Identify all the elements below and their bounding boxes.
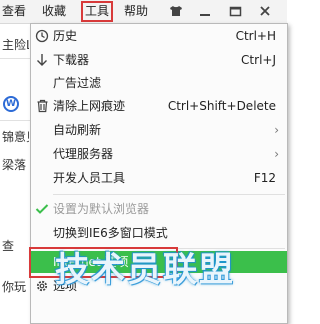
menu-item-label: 下载器	[53, 53, 90, 67]
maximize-icon[interactable]	[226, 3, 244, 19]
shortcut-label: F12	[253, 171, 276, 185]
checkmark-icon	[34, 201, 50, 217]
skin-icon[interactable]	[167, 3, 185, 19]
menu-help[interactable]: 帮助	[124, 3, 148, 20]
menu-item-label: 切换到IE6多窗口模式	[53, 226, 168, 240]
bg-text-1: 主险L	[2, 38, 29, 52]
menu-view[interactable]: 查看	[2, 3, 26, 20]
menu-item-label: 广告过滤	[53, 76, 102, 90]
menu-item-ad-filter[interactable]: 广告过滤	[31, 72, 287, 94]
clock-icon	[34, 28, 50, 44]
bg-text-2: 锦意见	[2, 130, 29, 144]
chevron-right-icon: ›	[274, 147, 279, 161]
menu-item-label: 历史	[53, 29, 78, 43]
menu-item-label: 代理服务器	[53, 147, 114, 161]
close-icon[interactable]	[256, 3, 274, 19]
bg-text-4: 查	[2, 239, 15, 253]
minimize-icon[interactable]	[196, 3, 214, 19]
menu-item-label: 设置为默认浏览器	[53, 202, 150, 216]
menu-item-label: 开发人员工具	[53, 171, 126, 185]
site-logo-icon: W	[3, 96, 19, 112]
chevron-right-icon: ›	[274, 123, 279, 137]
bg-text-3: 梁落	[2, 158, 27, 172]
watermark: 技术员联盟	[55, 250, 235, 290]
menu-item-downloader[interactable]: 下载器 Ctrl+J	[31, 49, 287, 71]
gear-icon	[34, 278, 50, 294]
menu-tools[interactable]: 工具	[81, 1, 114, 22]
menu-separator	[53, 194, 285, 195]
menu-bar: 查看 收藏 工具 帮助	[0, 0, 287, 24]
divider	[0, 58, 30, 59]
menu-item-switch-ie6-mode[interactable]: 切换到IE6多窗口模式	[31, 222, 287, 244]
menu-item-developer-tools[interactable]: 开发人员工具 F12	[31, 167, 287, 189]
menu-item-label: 清除上网痕迹	[53, 99, 126, 113]
page-background: 主险L W 锦意见 梁落 查 你玩	[0, 24, 31, 324]
menu-item-history[interactable]: 历史 Ctrl+H	[31, 25, 287, 47]
shortcut-label: Ctrl+Shift+Delete	[167, 99, 276, 113]
shortcut-label: Ctrl+H	[235, 29, 276, 43]
divider	[0, 120, 30, 121]
bg-text-5: 你玩	[2, 280, 27, 294]
menu-item-auto-refresh[interactable]: 自动刷新 ›	[31, 119, 287, 141]
menu-item-clear-traces[interactable]: 清除上网痕迹 Ctrl+Shift+Delete	[31, 95, 287, 117]
shortcut-label: Ctrl+J	[241, 53, 276, 67]
menu-favorites[interactable]: 收藏	[42, 3, 66, 20]
menu-item-proxy-server[interactable]: 代理服务器 ›	[31, 143, 287, 165]
trash-icon	[34, 98, 50, 114]
download-arrow-icon	[34, 52, 50, 68]
menu-item-set-default-browser: 设置为默认浏览器	[31, 198, 287, 220]
menu-item-label: 自动刷新	[53, 123, 102, 137]
